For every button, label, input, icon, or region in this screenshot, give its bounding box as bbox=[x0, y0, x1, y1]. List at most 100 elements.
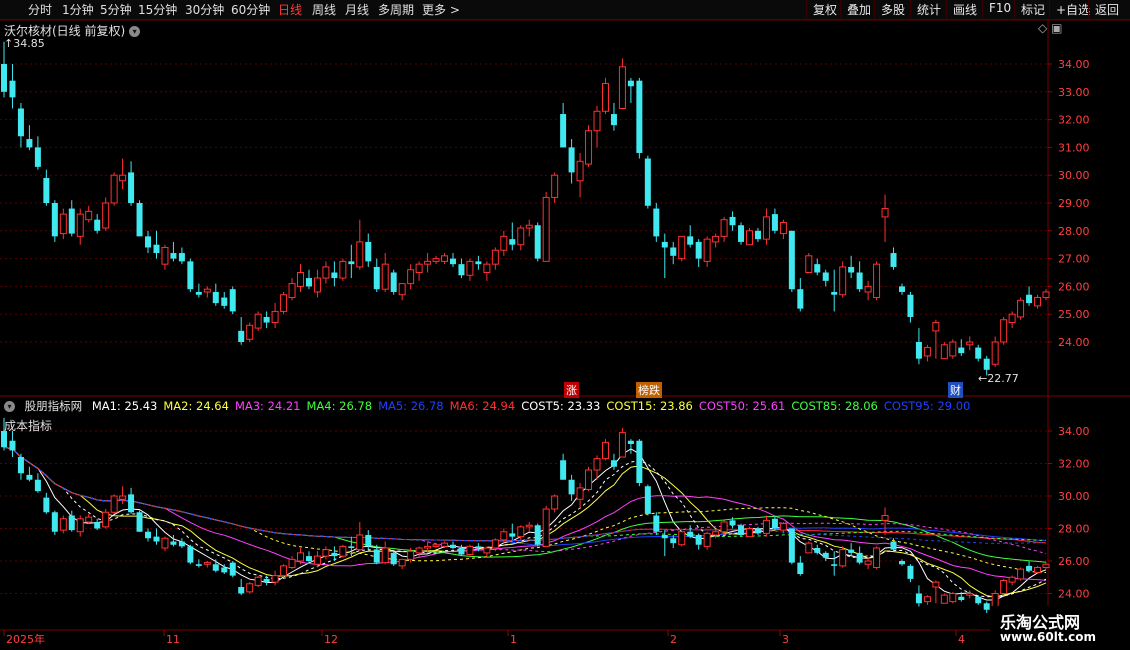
main-candle-up bbox=[297, 272, 305, 287]
main-candle-up bbox=[1017, 299, 1025, 318]
main-candle-up bbox=[745, 230, 753, 246]
badge-top-loser[interactable]: 榜跌 bbox=[636, 382, 662, 398]
main-candle-down bbox=[958, 347, 965, 354]
ind-candle-up bbox=[491, 539, 499, 549]
main-candle-up bbox=[949, 341, 957, 357]
ind-candle-down bbox=[610, 460, 617, 467]
main-candle-down bbox=[187, 261, 194, 290]
indicator-subtitle: 成本指标 bbox=[4, 419, 53, 433]
chevron-down-icon[interactable]: ▾ bbox=[4, 401, 15, 412]
ind-candle-down bbox=[915, 593, 922, 604]
ind-candle-down bbox=[331, 552, 338, 557]
main-candle-up bbox=[779, 221, 787, 235]
main-candle-down bbox=[687, 236, 694, 245]
main-candle-down bbox=[195, 291, 202, 295]
main-candle-down bbox=[1, 64, 7, 92]
legend-item-7: COST15: 23.86 bbox=[606, 399, 693, 413]
ind-candle-up bbox=[119, 495, 127, 500]
ind-candle-down bbox=[797, 562, 804, 574]
main-candle-down bbox=[788, 230, 795, 290]
ind-candle-down bbox=[212, 564, 219, 571]
ind-candle-up bbox=[712, 531, 720, 536]
ytick-label-main: 32.00 bbox=[1058, 114, 1090, 127]
main-candle-up bbox=[288, 283, 296, 299]
panel-controls[interactable]: ◇ ▣ bbox=[1038, 21, 1062, 35]
main-candle-up bbox=[424, 260, 432, 265]
diamond-icon[interactable]: ◇ bbox=[1038, 21, 1047, 35]
main-candle-down bbox=[1026, 294, 1033, 304]
badge-limit-up[interactable]: 涨 bbox=[564, 382, 579, 398]
ind-candle-up bbox=[246, 583, 254, 593]
main-candle-down bbox=[145, 236, 152, 248]
ind-candle-down bbox=[365, 535, 372, 547]
ind-candle-down bbox=[221, 567, 228, 573]
ind-candle-up bbox=[593, 458, 601, 471]
main-candle-down bbox=[856, 272, 863, 290]
main-candle-up bbox=[991, 341, 999, 365]
ind-candle-down bbox=[458, 548, 465, 555]
ind-candle-up bbox=[881, 515, 889, 521]
main-candle-up bbox=[76, 213, 84, 237]
main-candle-up bbox=[1008, 313, 1016, 324]
ytick-label-main: 28.00 bbox=[1058, 225, 1090, 238]
main-candle-up bbox=[966, 341, 974, 346]
ind-candle-down bbox=[26, 474, 33, 480]
indicator-title[interactable]: 股朋指标网 bbox=[25, 399, 83, 413]
ind-candle-up bbox=[424, 545, 432, 549]
ind-candle-down bbox=[509, 533, 516, 537]
ind-candle-up bbox=[923, 596, 931, 603]
legend-item-4: MA5: 26.78 bbox=[378, 399, 444, 413]
arrow-left-icon: ← bbox=[978, 372, 988, 385]
main-candle-down bbox=[94, 219, 101, 231]
ind-candle-up bbox=[932, 581, 940, 588]
main-candle-up bbox=[712, 235, 720, 243]
ind-candle-up bbox=[966, 593, 974, 596]
main-candle-down bbox=[229, 289, 236, 312]
ytick-label-main: 30.00 bbox=[1058, 169, 1090, 182]
main-candle-up bbox=[322, 266, 330, 279]
chevron-down-icon[interactable]: ▾ bbox=[129, 26, 141, 37]
xtick-label: 3 bbox=[782, 633, 789, 646]
main-candle-down bbox=[729, 216, 736, 226]
ind-candle-down bbox=[136, 512, 143, 532]
main-candle-down bbox=[153, 244, 160, 254]
ind-candle-up bbox=[517, 526, 525, 538]
main-candle-up bbox=[542, 196, 550, 262]
ind-candle-down bbox=[1026, 565, 1033, 571]
main-candle-up bbox=[678, 235, 686, 260]
ind-candle-down bbox=[627, 440, 634, 444]
maximize-icon[interactable]: ▣ bbox=[1051, 21, 1062, 35]
main-candle-up bbox=[1042, 291, 1050, 299]
indicator-line-9 bbox=[3, 446, 1047, 542]
badge-finance[interactable]: 财 bbox=[948, 382, 963, 398]
ind-candle-down bbox=[9, 440, 16, 451]
main-candle-up bbox=[432, 258, 440, 262]
main-candle-down bbox=[136, 203, 143, 237]
main-candle-up bbox=[1034, 297, 1042, 307]
indicator-line-7 bbox=[3, 446, 1046, 573]
chart-canvas: 34.00 33.00 32.00 31.00 30.00 29.00 28.00 27.00… bbox=[0, 19, 1130, 650]
ind-candle-down bbox=[263, 578, 270, 583]
ind-candle-up bbox=[432, 544, 440, 547]
xtick-label: 4 bbox=[958, 633, 965, 646]
legend-item-1: MA2: 24.64 bbox=[163, 399, 229, 413]
main-candle-down bbox=[983, 358, 990, 370]
ind-candle-up bbox=[271, 575, 279, 583]
main-candle-up bbox=[441, 255, 449, 262]
xtick-label: 1 bbox=[510, 633, 517, 646]
ind-candle-down bbox=[94, 522, 101, 529]
ind-candle-up bbox=[203, 562, 211, 565]
main-candle-up bbox=[339, 260, 347, 279]
ytick-label-main: 33.00 bbox=[1058, 86, 1090, 99]
ytick-label-ind: 28.00 bbox=[1058, 523, 1090, 536]
ind-candle-up bbox=[322, 549, 330, 557]
main-candle-down bbox=[390, 272, 397, 292]
ind-candle-down bbox=[178, 541, 185, 547]
ind-candle-up bbox=[525, 524, 533, 528]
ind-candle-down bbox=[661, 535, 668, 539]
ind-candle-down bbox=[128, 494, 135, 513]
main-candle-up bbox=[703, 238, 711, 262]
main-candle-up bbox=[932, 322, 940, 332]
ind-candle-up bbox=[720, 521, 728, 533]
main-candle-down bbox=[365, 241, 372, 262]
